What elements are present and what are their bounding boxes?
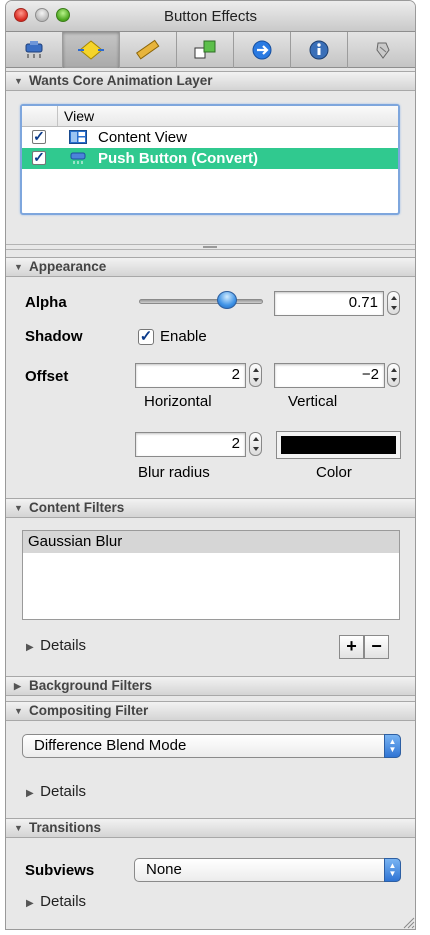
attributes-icon — [25, 41, 43, 58]
layer-views-table[interactable]: View ✓ Content View ✓ Push Button (Conve… — [20, 104, 400, 215]
tab-size[interactable] — [120, 32, 177, 68]
table-row-push-button[interactable]: ✓ Push Button (Convert) — [22, 148, 398, 169]
tab-info[interactable] — [291, 32, 348, 68]
vertical-offset-field[interactable]: −2 — [274, 363, 385, 388]
transitions-details-toggle[interactable]: ▶ Details — [26, 893, 86, 910]
table-row-content-view[interactable]: ✓ Content View — [22, 127, 398, 148]
popup-value: Difference Blend Mode — [34, 737, 187, 754]
disclosure-triangle-closed-icon: ▶ — [14, 681, 21, 691]
section-header-compositing-filter[interactable]: ▼ Compositing Filter — [6, 701, 415, 721]
shadow-label: Shadow — [25, 328, 83, 345]
content-view-icon — [69, 130, 87, 144]
list-item[interactable]: Gaussian Blur — [23, 531, 399, 553]
tab-effects[interactable] — [63, 32, 120, 68]
shadow-enable-checkbox[interactable]: ✓ — [138, 329, 154, 345]
applescript-icon — [376, 42, 390, 59]
details-label: Details — [40, 637, 87, 654]
disclosure-triangle-open-icon: ▼ — [14, 76, 23, 86]
row-label: Push Button (Convert) — [98, 150, 258, 167]
inspector-window: Button Effects ▼ Wants Core Animation La… — [5, 0, 416, 930]
inspector-toolbar — [6, 32, 415, 68]
horizontal-offset-stepper[interactable] — [249, 363, 262, 387]
content-filters-list[interactable]: Gaussian Blur — [22, 530, 400, 620]
color-swatch — [281, 436, 396, 454]
remove-filter-button[interactable]: − — [364, 635, 389, 659]
tab-attributes[interactable] — [6, 32, 63, 68]
section-header-transitions[interactable]: ▼ Transitions — [6, 818, 415, 838]
offset-label: Offset — [25, 368, 69, 385]
horizontal-offset-field[interactable]: 2 — [135, 363, 246, 388]
details-label: Details — [40, 893, 87, 910]
vertical-offset-stepper[interactable] — [387, 363, 400, 387]
window-title: Button Effects — [163, 8, 258, 25]
section-header-layer[interactable]: ▼ Wants Core Animation Layer — [6, 71, 415, 91]
popup-arrows-icon: ▲ ▼ — [384, 734, 401, 758]
alpha-label: Alpha — [25, 294, 67, 311]
add-filter-button[interactable]: + — [339, 635, 364, 659]
tab-bindings[interactable] — [234, 32, 291, 68]
shadow-color-well[interactable] — [276, 431, 401, 459]
section-title: Content Filters — [29, 500, 125, 515]
size-ruler-icon — [135, 39, 160, 60]
section-header-appearance[interactable]: ▼ Appearance — [6, 257, 415, 277]
vertical-caption: Vertical — [288, 393, 338, 410]
subviews-transition-popup[interactable]: None ▲ ▼ — [134, 858, 401, 882]
blur-radius-field[interactable]: 2 — [135, 432, 246, 457]
alpha-slider-knob[interactable] — [217, 291, 238, 309]
tab-connections[interactable] — [177, 32, 234, 68]
blur-radius-stepper[interactable] — [249, 432, 262, 456]
horizontal-caption: Horizontal — [144, 393, 212, 410]
enable-label: Enable — [160, 328, 207, 345]
title-bar: Button Effects — [6, 1, 415, 32]
disclosure-triangle-closed-icon: ▶ — [26, 642, 34, 653]
disclosure-triangle-open-icon: ▼ — [14, 706, 23, 716]
details-label: Details — [40, 783, 87, 800]
section-header-content-filters[interactable]: ▼ Content Filters — [6, 498, 415, 518]
push-button-icon — [70, 152, 86, 164]
disclosure-triangle-closed-icon: ▶ — [26, 788, 34, 799]
checkbox-column-header[interactable] — [22, 106, 58, 126]
section-title: Wants Core Animation Layer — [29, 73, 213, 88]
split-view-divider[interactable] — [6, 244, 415, 250]
alpha-field[interactable]: 0.71 — [274, 291, 384, 316]
section-header-background-filters[interactable]: ▶ Background Filters — [6, 676, 415, 696]
popup-value: None — [146, 861, 182, 878]
divider-grip — [203, 246, 217, 248]
layer-checkbox[interactable]: ✓ — [32, 150, 46, 165]
bindings-arrow-icon — [252, 40, 272, 60]
compositing-details-toggle[interactable]: ▶ Details — [26, 783, 86, 800]
view-column-header[interactable]: View — [64, 108, 94, 124]
disclosure-triangle-open-icon: ▼ — [14, 823, 23, 833]
section-title: Transitions — [29, 820, 102, 835]
resize-grip-icon[interactable] — [401, 915, 415, 929]
info-icon — [309, 40, 329, 60]
row-label: Content View — [98, 129, 187, 146]
effects-icon — [78, 40, 104, 60]
disclosure-triangle-open-icon: ▼ — [14, 262, 23, 272]
section-title: Background Filters — [29, 678, 153, 693]
color-caption: Color — [316, 464, 352, 481]
connections-icon — [194, 40, 216, 59]
section-title: Appearance — [29, 259, 107, 274]
alpha-slider[interactable] — [139, 299, 263, 304]
disclosure-triangle-open-icon: ▼ — [14, 503, 23, 513]
table-header: View — [22, 106, 398, 127]
layer-checkbox[interactable]: ✓ — [32, 129, 46, 144]
alpha-stepper[interactable] — [387, 291, 400, 315]
compositing-filter-popup[interactable]: Difference Blend Mode ▲ ▼ — [22, 734, 401, 758]
popup-arrows-icon: ▲ ▼ — [384, 858, 401, 882]
content-filters-details-toggle[interactable]: ▶ Details — [26, 637, 86, 654]
tab-applescript[interactable] — [348, 32, 415, 68]
blur-radius-caption: Blur radius — [138, 464, 210, 481]
disclosure-triangle-closed-icon: ▶ — [26, 898, 34, 909]
subviews-label: Subviews — [25, 862, 95, 879]
section-title: Compositing Filter — [29, 703, 149, 718]
